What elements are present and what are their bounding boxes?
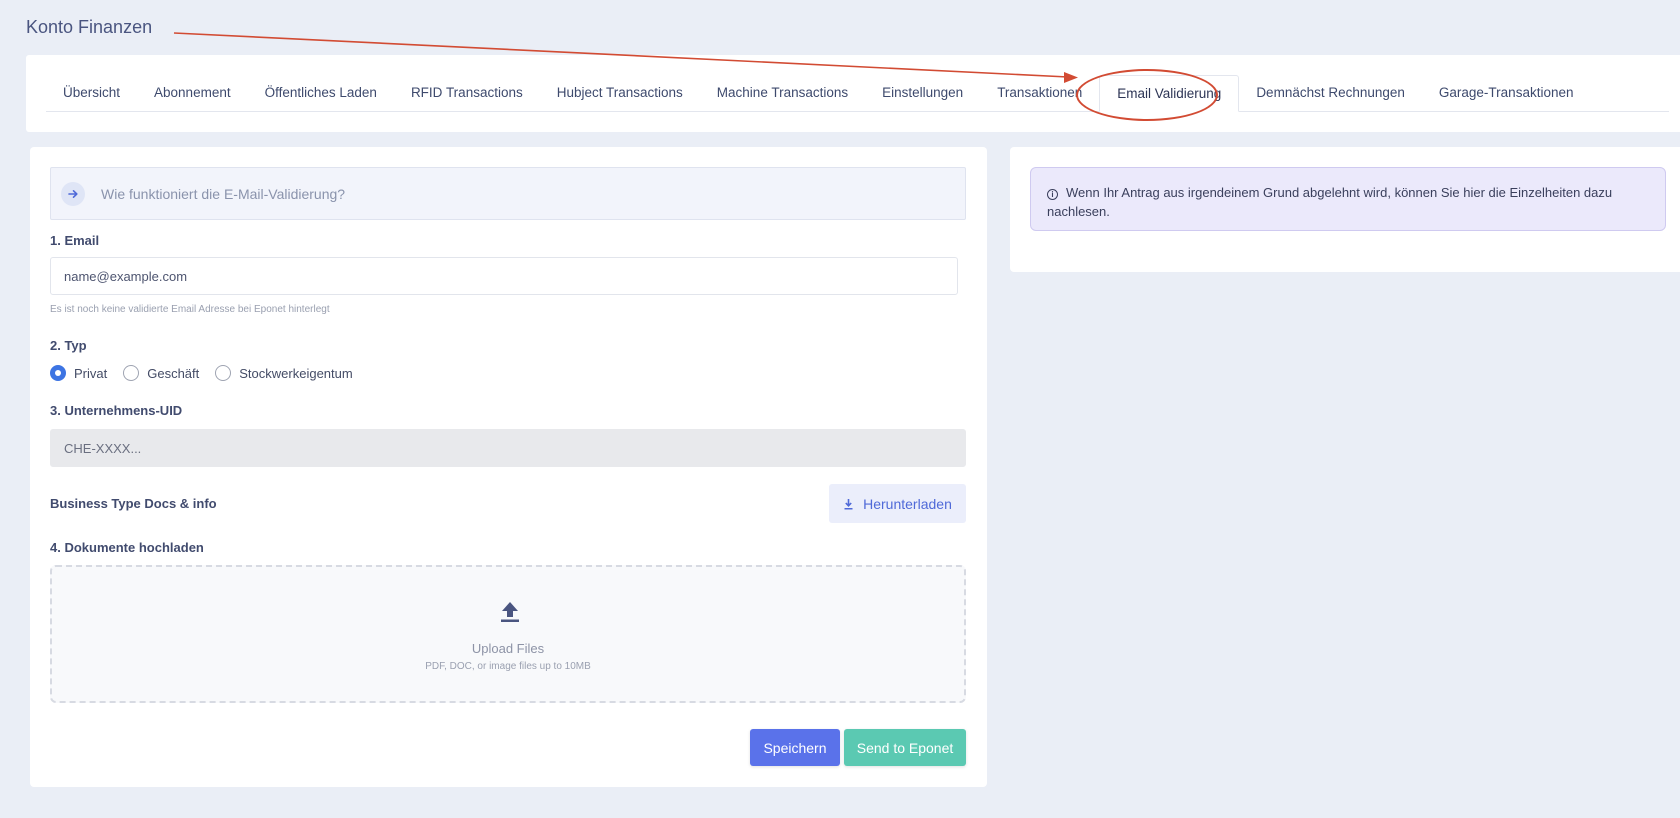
arrow-right-icon: [61, 181, 85, 206]
tab-hubject-transactions[interactable]: Hubject Transactions: [540, 75, 700, 112]
radio-label: Geschäft: [147, 365, 200, 381]
download-label: Herunterladen: [863, 495, 952, 512]
radio-geschaeft[interactable]: Geschäft: [123, 365, 199, 381]
radio-unchecked-icon[interactable]: [123, 365, 140, 381]
tab-oeffentliches-laden[interactable]: Öffentliches Laden: [248, 75, 394, 112]
upload-subtitle: PDF, DOC, or image files up to 10MB: [425, 661, 591, 672]
how-it-works-text: Wie funktioniert die E-Mail-Validierung?: [101, 185, 346, 202]
radio-label: Stockwerkeigentum: [239, 365, 353, 381]
tab-garage-transaktionen[interactable]: Garage-Transaktionen: [1422, 75, 1591, 112]
radio-unchecked-icon[interactable]: [215, 365, 232, 381]
radio-label: Privat: [74, 365, 108, 381]
download-icon: [844, 498, 853, 509]
save-button[interactable]: Speichern: [750, 729, 840, 766]
annotation-highlight-circle: [1076, 69, 1218, 121]
radio-privat[interactable]: Privat: [50, 365, 107, 381]
how-it-works-bar[interactable]: Wie funktioniert die E-Mail-Validierung?: [50, 167, 966, 220]
uid-label: 3. Unternehmens-UID: [50, 403, 183, 418]
type-radio-group: Privat Geschäft Stockwerkeigentum: [50, 365, 369, 381]
tab-uebersicht[interactable]: Übersicht: [46, 75, 137, 112]
download-button[interactable]: Herunterladen: [829, 484, 966, 523]
tab-rfid-transactions[interactable]: RFID Transactions: [394, 75, 540, 112]
email-validation-form: Wie funktioniert die E-Mail-Validierung?…: [30, 147, 987, 787]
info-icon: i: [1047, 189, 1058, 200]
tab-bar: Übersicht Abonnement Öffentliches Laden …: [46, 75, 1669, 112]
send-to-eponet-button[interactable]: Send to Eponet: [844, 729, 966, 766]
tab-machine-transactions[interactable]: Machine Transactions: [700, 75, 865, 112]
uid-input: [50, 429, 966, 467]
tab-einstellungen[interactable]: Einstellungen: [865, 75, 980, 112]
alert-text: Wenn Ihr Antrag aus irgendeinem Grund ab…: [1047, 185, 1613, 219]
page-title: Konto Finanzen: [26, 17, 153, 37]
email-hint: Es ist noch keine validierte Email Adres…: [50, 304, 330, 315]
email-label: 1. Email: [50, 233, 100, 248]
upload-icon: [501, 602, 519, 622]
upload-label: 4. Dokumente hochladen: [50, 540, 204, 555]
rejection-info-alert: i Wenn Ihr Antrag aus irgendeinem Grund a…: [1030, 167, 1666, 231]
radio-checked-icon[interactable]: [50, 365, 66, 381]
file-dropzone[interactable]: Upload Files PDF, DOC, or image files up…: [50, 565, 966, 703]
upload-title: Upload Files: [471, 641, 545, 656]
email-input[interactable]: [50, 257, 958, 295]
tab-demnaechst-rechnungen[interactable]: Demnächst Rechnungen: [1239, 75, 1422, 112]
tab-abonnement[interactable]: Abonnement: [137, 75, 248, 112]
radio-stockwerkeigentum[interactable]: Stockwerkeigentum: [215, 365, 353, 381]
business-docs-label: Business Type Docs & info: [50, 496, 217, 511]
tabs-card: Übersicht Abonnement Öffentliches Laden …: [26, 55, 1680, 132]
status-panel: i Wenn Ihr Antrag aus irgendeinem Grund a…: [1010, 147, 1680, 272]
type-label: 2. Typ: [50, 338, 87, 353]
